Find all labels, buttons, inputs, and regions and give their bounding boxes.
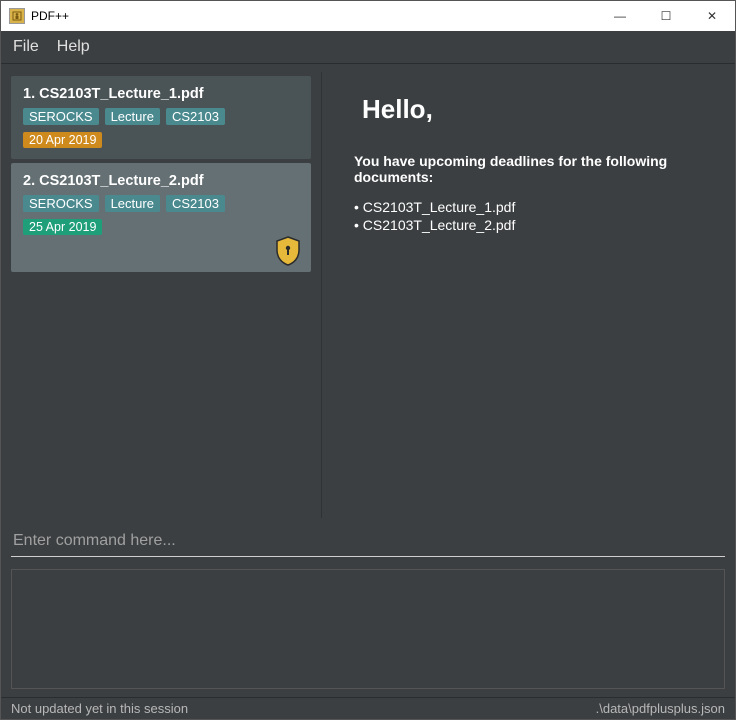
document-card[interactable]: 1. CS2103T_Lecture_1.pdf SEROCKS Lecture CS… <box>11 76 311 159</box>
tag: Lecture <box>105 195 160 212</box>
tag: SEROCKS <box>23 195 99 212</box>
tag: CS2103 <box>166 195 225 212</box>
command-input[interactable] <box>11 526 725 557</box>
document-card[interactable]: 2. CS2103T_Lecture_2.pdf SEROCKS Lecture CS… <box>11 163 311 272</box>
app-icon <box>9 8 25 24</box>
tag: Lecture <box>105 108 160 125</box>
tag: CS2103 <box>166 108 225 125</box>
content-pane: Hello, You have upcoming deadlines for t… <box>321 72 735 518</box>
document-title: 2. CS2103T_Lecture_2.pdf <box>23 173 299 189</box>
greeting: Hello, <box>362 94 717 125</box>
maximize-button[interactable]: ☐ <box>643 1 689 31</box>
minimize-button[interactable]: — <box>597 1 643 31</box>
status-right: .\data\pdfplusplus.json <box>596 701 725 716</box>
window-controls: — ☐ ✕ <box>597 1 735 31</box>
output-box[interactable] <box>11 569 725 689</box>
deadline-date: 25 Apr 2019 <box>23 219 102 235</box>
deadline-item: CS2103T_Lecture_1.pdf <box>354 199 717 215</box>
window-title: PDF++ <box>31 9 69 23</box>
titlebar[interactable]: PDF++ — ☐ ✕ <box>1 1 735 31</box>
app-window: PDF++ — ☐ ✕ File Help 1. CS2103T_Lecture… <box>0 0 736 720</box>
deadline-doc-list: CS2103T_Lecture_1.pdf CS2103T_Lecture_2.p… <box>354 199 717 233</box>
menubar: File Help <box>1 31 735 64</box>
deadline-item: CS2103T_Lecture_2.pdf <box>354 217 717 233</box>
close-button[interactable]: ✕ <box>689 1 735 31</box>
document-list[interactable]: 1. CS2103T_Lecture_1.pdf SEROCKS Lecture CS… <box>1 72 321 518</box>
tag-row: SEROCKS Lecture CS2103 <box>23 195 299 212</box>
tag: SEROCKS <box>23 108 99 125</box>
menu-help[interactable]: Help <box>57 38 90 56</box>
status-left: Not updated yet in this session <box>11 701 188 716</box>
tag-row: SEROCKS Lecture CS2103 <box>23 108 299 125</box>
lock-shield-icon <box>275 236 301 266</box>
bottom-area <box>1 518 735 697</box>
main-area: 1. CS2103T_Lecture_1.pdf SEROCKS Lecture CS… <box>1 64 735 518</box>
statusbar: Not updated yet in this session .\data\p… <box>1 697 735 719</box>
deadline-date: 20 Apr 2019 <box>23 132 102 148</box>
menu-file[interactable]: File <box>13 38 39 56</box>
deadline-message: You have upcoming deadlines for the foll… <box>354 153 717 185</box>
document-title: 1. CS2103T_Lecture_1.pdf <box>23 86 299 102</box>
